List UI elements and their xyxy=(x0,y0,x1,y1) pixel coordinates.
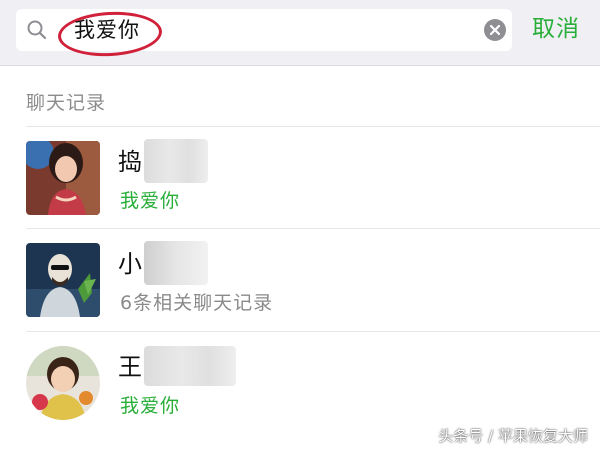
search-icon xyxy=(27,20,47,40)
blurred-name xyxy=(144,346,236,386)
clear-icon[interactable] xyxy=(483,18,507,42)
contact-name: 小 xyxy=(118,250,142,278)
result-item[interactable]: 捣 我爱你 xyxy=(0,127,600,227)
match-count: 6条相关聊天记录 xyxy=(120,292,274,314)
watermark: 头条号 / 苹果恢复大师 xyxy=(438,427,588,445)
section-title: 聊天记录 xyxy=(26,92,107,114)
contact-name: 捣 xyxy=(118,148,142,176)
contact-name: 王 xyxy=(118,353,142,381)
blurred-name xyxy=(144,139,208,183)
child-avatar xyxy=(26,346,100,420)
search-header: 我爱你 取消 xyxy=(0,0,600,66)
illustration-avatar xyxy=(26,243,100,317)
cancel-button[interactable]: 取消 xyxy=(524,12,588,46)
blurred-name xyxy=(144,241,208,285)
match-preview: 我爱你 xyxy=(120,395,181,417)
search-input[interactable]: 我爱你 xyxy=(16,9,512,59)
result-item[interactable]: 王 我爱你 xyxy=(0,332,600,432)
result-item[interactable]: 小 6条相关聊天记录 xyxy=(0,229,600,329)
girl-avatar xyxy=(26,141,100,215)
match-preview: 我爱你 xyxy=(120,190,181,212)
search-query: 我爱你 xyxy=(74,18,140,42)
